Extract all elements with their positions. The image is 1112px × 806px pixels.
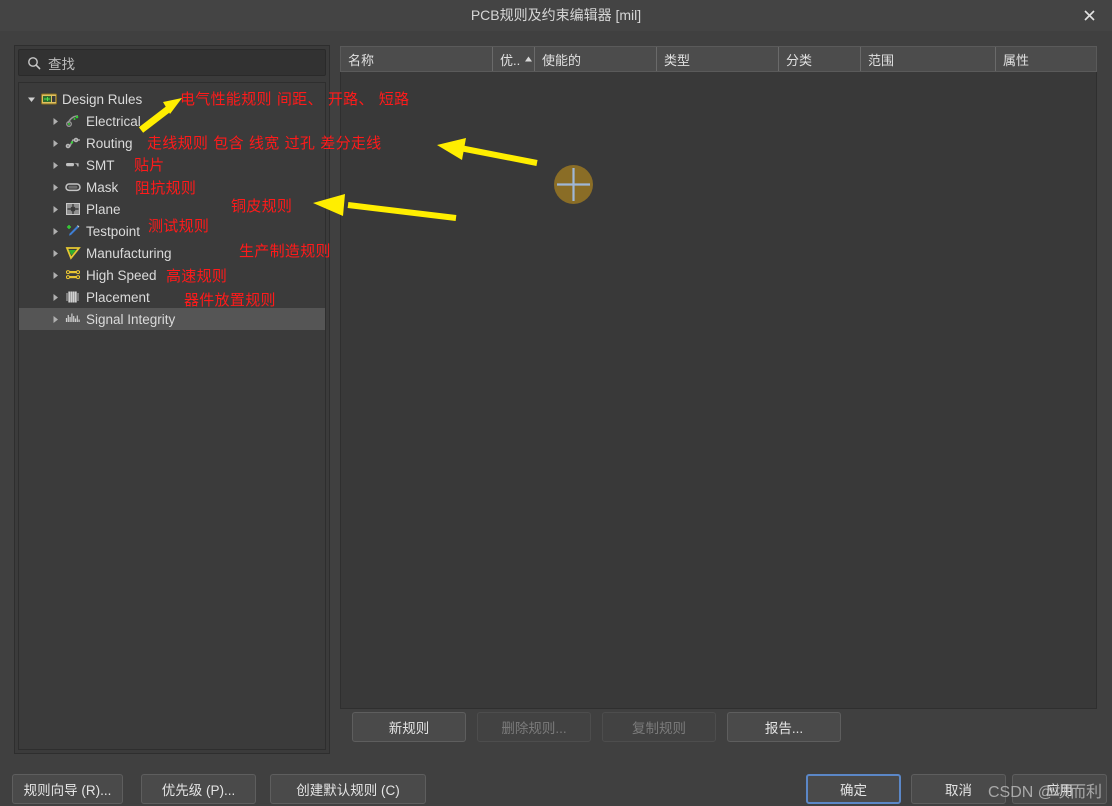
- delete-rule-button: 删除规则...: [477, 712, 591, 742]
- rule-action-buttons: 新规则 删除规则... 复制规则 报告...: [340, 712, 1097, 753]
- window-title: PCB规则及约束编辑器 [mil]: [470, 7, 642, 23]
- column-header-name[interactable]: 名称: [341, 47, 493, 71]
- routing-icon: [64, 136, 81, 151]
- tree-item-label: Plane: [86, 201, 121, 217]
- column-header-scope[interactable]: 范围: [861, 47, 996, 71]
- tree-item-mask[interactable]: Mask: [19, 176, 325, 198]
- ok-button[interactable]: 确定: [806, 774, 901, 804]
- column-header-priority[interactable]: 优..: [493, 47, 535, 71]
- apply-button[interactable]: 应用: [1012, 774, 1107, 804]
- chevron-down-icon[interactable]: [25, 93, 38, 106]
- column-header-type[interactable]: 类型: [657, 47, 779, 71]
- tree-item-label: SMT: [86, 157, 115, 173]
- priorities-button[interactable]: 优先级 (P)...: [141, 774, 256, 804]
- signal-integrity-icon: [64, 312, 81, 327]
- tree-item-electrical[interactable]: Electrical: [19, 110, 325, 132]
- chevron-right-icon[interactable]: [49, 313, 62, 326]
- tree-item-label: Design Rules: [62, 91, 143, 107]
- tree-item-plane[interactable]: Plane: [19, 198, 325, 220]
- create-default-rules-button[interactable]: 创建默认规则 (C): [270, 774, 426, 804]
- plane-icon: [64, 202, 81, 217]
- report-button[interactable]: 报告...: [727, 712, 841, 742]
- tree-item-label: Manufacturing: [86, 245, 172, 261]
- chevron-right-icon[interactable]: [49, 291, 62, 304]
- design-rules-folder-icon: [40, 92, 57, 107]
- chevron-right-icon[interactable]: [49, 203, 62, 216]
- dialog-footer: 规则向导 (R)... 优先级 (P)... 创建默认规则 (C) 确定 取消 …: [0, 762, 1112, 806]
- tree-item-smt[interactable]: SMT: [19, 154, 325, 176]
- tree-item-label: Routing: [86, 135, 133, 151]
- search-placeholder-text: 查找: [48, 56, 75, 72]
- sort-asc-icon: [524, 55, 533, 64]
- tree-item-label: Electrical: [86, 113, 141, 129]
- chevron-right-icon[interactable]: [49, 225, 62, 238]
- tree-item-label: Placement: [86, 289, 150, 305]
- duplicate-rule-button: 复制规则: [602, 712, 716, 742]
- high-speed-icon: [64, 268, 81, 283]
- tree-container[interactable]: Design Rules Electrical Routing SMT Mask…: [18, 82, 326, 750]
- tree-item-placement[interactable]: Placement: [19, 286, 325, 308]
- search-icon: [27, 56, 41, 70]
- design-rules-tree: Design Rules Electrical Routing SMT Mask…: [19, 83, 325, 330]
- column-header-enabled[interactable]: 使能的: [535, 47, 657, 71]
- column-header-category[interactable]: 分类: [779, 47, 861, 71]
- tree-item-signal-integrity[interactable]: Signal Integrity: [19, 308, 325, 330]
- rules-tree-panel: 查找 Design Rules Electrical Routing SMT M…: [14, 45, 330, 754]
- pcb-rules-editor-window: PCB规则及约束编辑器 [mil] 查找 Design Rules Electr…: [0, 0, 1112, 806]
- mask-icon: [64, 180, 81, 195]
- tree-item-manufacturing[interactable]: Manufacturing: [19, 242, 325, 264]
- search-input[interactable]: 查找: [18, 49, 326, 76]
- tree-item-label: High Speed: [86, 267, 157, 283]
- title-bar: PCB规则及约束编辑器 [mil]: [0, 0, 1112, 31]
- electrical-icon: [64, 114, 81, 129]
- rules-list-panel: 名称 优.. 使能的 类型 分类 范围 属性 新规则 删除规则... 复制规则 …: [340, 46, 1097, 753]
- chevron-right-icon[interactable]: [49, 115, 62, 128]
- manufacturing-icon: [64, 246, 81, 261]
- chevron-right-icon[interactable]: [49, 137, 62, 150]
- chevron-right-icon[interactable]: [49, 269, 62, 282]
- close-icon[interactable]: [1066, 0, 1112, 31]
- tree-item-label: Signal Integrity: [86, 311, 176, 327]
- tree-item-high-speed[interactable]: High Speed: [19, 264, 325, 286]
- tree-item-design-rules[interactable]: Design Rules: [19, 88, 325, 110]
- column-header-attributes[interactable]: 属性: [996, 47, 1096, 71]
- tree-item-label: Mask: [86, 179, 119, 195]
- chevron-right-icon[interactable]: [49, 159, 62, 172]
- chevron-right-icon[interactable]: [49, 181, 62, 194]
- tree-item-label: Testpoint: [86, 223, 141, 239]
- tree-item-routing[interactable]: Routing: [19, 132, 325, 154]
- tree-item-testpoint[interactable]: Testpoint: [19, 220, 325, 242]
- placement-icon: [64, 290, 81, 305]
- chevron-right-icon[interactable]: [49, 247, 62, 260]
- rule-wizard-button[interactable]: 规则向导 (R)...: [12, 774, 123, 804]
- new-rule-button[interactable]: 新规则: [352, 712, 466, 742]
- testpoint-icon: [64, 224, 81, 239]
- rules-table-header: 名称 优.. 使能的 类型 分类 范围 属性: [340, 46, 1097, 72]
- cancel-button[interactable]: 取消: [911, 774, 1006, 804]
- rules-table-body[interactable]: [340, 72, 1097, 709]
- smt-icon: [64, 158, 81, 173]
